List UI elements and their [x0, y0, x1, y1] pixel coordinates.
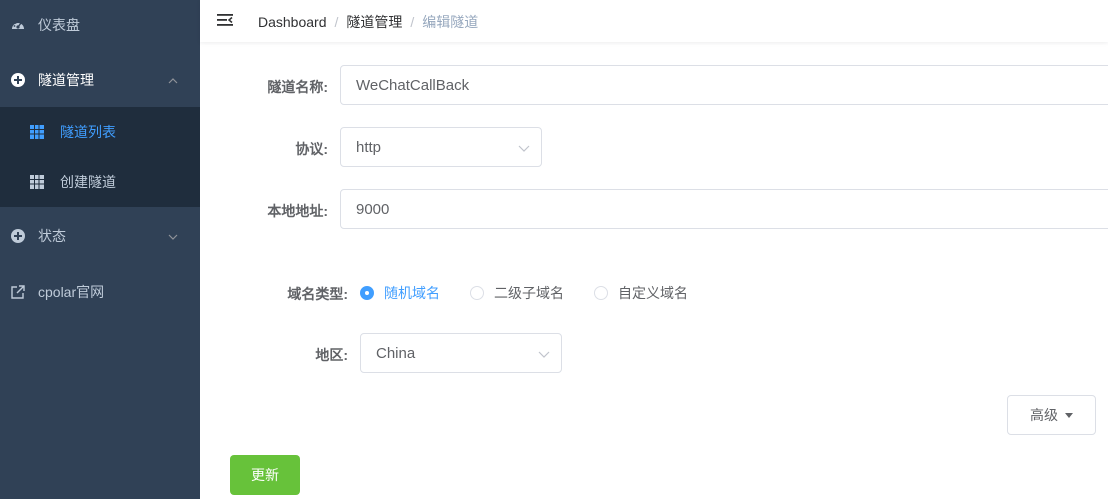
sidebar-item-label: 仪表盘	[38, 17, 80, 33]
grid-icon	[30, 125, 44, 139]
region-label: 地区:	[315, 347, 348, 363]
chevron-down-icon	[167, 230, 179, 242]
chevron-up-icon	[167, 74, 179, 86]
sidebar-item-cpolar-website[interactable]: cpolar官网	[0, 267, 200, 317]
tunnel-name-label: 隧道名称:	[267, 79, 328, 95]
grid-icon	[30, 175, 44, 189]
breadcrumb-item-tunnel-management[interactable]: 隧道管理	[346, 12, 402, 32]
radio-random-domain[interactable]: 随机域名	[360, 283, 440, 303]
radio-label: 二级子域名	[494, 285, 564, 301]
radio-custom-domain[interactable]: 自定义域名	[594, 283, 688, 303]
protocol-value: http	[356, 138, 382, 156]
update-label: 更新	[251, 467, 279, 483]
advanced-label: 高级	[1030, 407, 1058, 423]
sidebar-item-label: 隧道列表	[60, 124, 116, 140]
dashboard-icon	[10, 17, 26, 33]
radio-subdomain[interactable]: 二级子域名	[470, 283, 564, 303]
radio-label: 自定义域名	[618, 285, 688, 301]
submenu-tunnel-management: 隧道列表 创建隧道	[0, 107, 200, 207]
breadcrumb: Dashboard / 隧道管理 / 编辑隧道	[258, 12, 478, 32]
circle-plus-icon	[10, 72, 26, 88]
tunnel-name-input[interactable]: WeChatCallBack	[340, 65, 1108, 105]
protocol-select[interactable]: http	[340, 127, 542, 167]
protocol-label: 协议:	[295, 141, 328, 157]
region-select[interactable]: China	[360, 333, 562, 373]
local-address-value: 9000	[356, 200, 390, 218]
sidebar-item-label: 状态	[38, 228, 66, 244]
local-address-input[interactable]: 9000	[340, 189, 1108, 229]
circle-plus-icon	[10, 228, 26, 244]
sidebar: 仪表盘 隧道管理 隧道列表 创建隧道 状态 cpolar官网	[0, 0, 200, 499]
external-link-icon	[10, 284, 26, 300]
breadcrumb-separator: /	[410, 14, 415, 30]
breadcrumb-item-edit-tunnel: 编辑隧道	[422, 14, 479, 30]
sidebar-item-status[interactable]: 状态	[0, 211, 200, 261]
advanced-dropdown-button[interactable]: 高级	[1007, 395, 1096, 435]
hamburger-icon[interactable]	[216, 11, 234, 29]
caret-down-icon	[1065, 412, 1073, 418]
domain-type-label: 域名类型:	[287, 286, 348, 302]
radio-unchecked-icon	[470, 286, 484, 300]
region-value: China	[376, 344, 416, 362]
chevron-down-icon	[517, 141, 531, 155]
chevron-down-icon	[537, 347, 551, 361]
sidebar-item-create-tunnel[interactable]: 创建隧道	[0, 157, 200, 207]
sidebar-item-label: 创建隧道	[60, 174, 116, 190]
sidebar-item-tunnel-list[interactable]: 隧道列表	[0, 107, 200, 157]
breadcrumb-separator: /	[334, 14, 339, 30]
update-button[interactable]: 更新	[230, 455, 300, 495]
sidebar-item-label: cpolar官网	[38, 284, 105, 300]
tunnel-name-value: WeChatCallBack	[356, 76, 470, 94]
top-navbar: Dashboard / 隧道管理 / 编辑隧道	[200, 0, 1108, 42]
breadcrumb-item-dashboard[interactable]: Dashboard	[258, 14, 327, 30]
radio-checked-icon	[360, 286, 374, 300]
radio-label: 随机域名	[384, 285, 440, 301]
sidebar-item-label: 隧道管理	[38, 72, 94, 88]
sidebar-item-tunnel-management[interactable]: 隧道管理	[0, 55, 200, 105]
radio-unchecked-icon	[594, 286, 608, 300]
local-address-label: 本地地址:	[267, 203, 328, 219]
sidebar-item-dashboard[interactable]: 仪表盘	[0, 0, 200, 50]
